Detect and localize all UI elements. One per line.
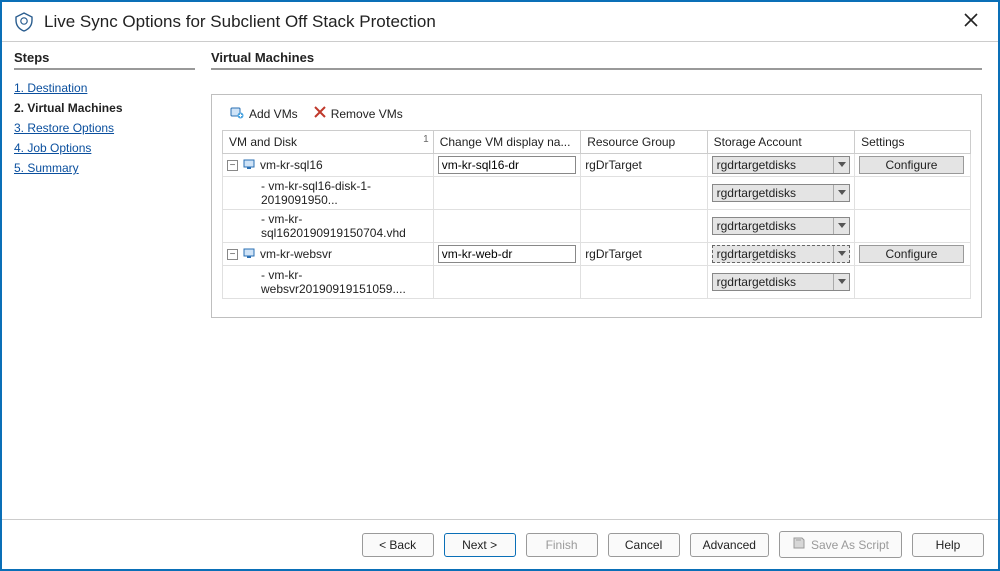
step-restore-options[interactable]: 3. Restore Options [14,118,195,138]
step-summary[interactable]: 5. Summary [14,158,195,178]
collapse-toggle[interactable]: − [227,160,238,171]
storage-account-dropdown[interactable]: rgdrtargetdisks [712,217,850,235]
remove-vms-button[interactable]: Remove VMs [314,105,403,122]
vm-panel: Add VMs Remove VMs VM [211,94,982,318]
save-script-icon [792,536,806,553]
panel-title: Virtual Machines [211,50,982,70]
col-settings[interactable]: Settings [855,131,971,154]
remove-vms-label: Remove VMs [331,107,403,121]
dialog-window: Live Sync Options for Subclient Off Stac… [0,0,1000,571]
vm-table: VM and Disk1 Change VM display na... Res… [222,130,971,299]
vm-icon [243,247,255,262]
chevron-down-icon [833,246,849,262]
save-as-script-button: Save As Script [779,531,902,558]
vm-name: vm-kr-sql16 [260,158,323,172]
main-panel: Virtual Machines Add VMs Remove VMs [207,42,998,519]
table-row: - vm-kr-sql16-disk-1-2019091950... rgdrt… [223,177,971,210]
storage-account-dropdown[interactable]: rgdrtargetdisks [712,156,850,174]
remove-vms-icon [314,106,326,121]
table-header-row: VM and Disk1 Change VM display na... Res… [223,131,971,154]
dialog-body: Steps 1. Destination 2. Virtual Machines… [2,42,998,519]
add-vms-button[interactable]: Add VMs [230,105,298,122]
col-change-display-name[interactable]: Change VM display na... [433,131,580,154]
app-icon [14,12,34,32]
table-row: - vm-kr-websvr20190919151059.... rgdrtar… [223,266,971,299]
disk-name: - vm-kr-websvr20190919151059.... [227,268,429,296]
display-name-input[interactable] [438,245,576,263]
steps-header: Steps [14,50,195,70]
finish-button: Finish [526,533,598,557]
table-row: − vm-kr-websvr rgDrTarget rgdrtargetdisk… [223,243,971,266]
storage-account-dropdown[interactable]: rgdrtargetdisks [712,245,850,263]
sort-indicator: 1 [423,134,429,145]
storage-account-dropdown[interactable]: rgdrtargetdisks [712,273,850,291]
storage-account-dropdown[interactable]: rgdrtargetdisks [712,184,850,202]
collapse-toggle[interactable]: − [227,249,238,260]
chevron-down-icon [833,218,849,234]
disk-name: - vm-kr-sql16-disk-1-2019091950... [227,179,429,207]
vm-name: vm-kr-websvr [260,247,332,261]
display-name-input[interactable] [438,156,576,174]
disk-name: - vm-kr-sql1620190919150704.vhd [227,212,429,240]
chevron-down-icon [833,157,849,173]
advanced-button[interactable]: Advanced [690,533,769,557]
titlebar: Live Sync Options for Subclient Off Stac… [2,2,998,42]
help-button[interactable]: Help [912,533,984,557]
step-virtual-machines[interactable]: 2. Virtual Machines [14,98,195,118]
col-storage-account[interactable]: Storage Account [707,131,854,154]
window-title: Live Sync Options for Subclient Off Stac… [44,12,956,32]
close-button[interactable] [956,7,986,36]
vm-toolbar: Add VMs Remove VMs [222,105,971,130]
chevron-down-icon [833,185,849,201]
table-row: − vm-kr-sql16 rgDrTarget rgdrtargetdisks [223,154,971,177]
step-job-options[interactable]: 4. Job Options [14,138,195,158]
resource-group-cell: rgDrTarget [581,243,707,266]
next-button[interactable]: Next > [444,533,516,557]
add-vms-icon [230,105,244,122]
step-destination[interactable]: 1. Destination [14,78,195,98]
col-resource-group[interactable]: Resource Group [581,131,707,154]
dialog-footer: < Back Next > Finish Cancel Advanced Sav… [2,519,998,569]
add-vms-label: Add VMs [249,107,298,121]
chevron-down-icon [833,274,849,290]
back-button[interactable]: < Back [362,533,434,557]
configure-button[interactable]: Configure [859,156,964,174]
col-vm-and-disk[interactable]: VM and Disk1 [223,131,434,154]
table-row: - vm-kr-sql1620190919150704.vhd rgdrtarg… [223,210,971,243]
configure-button[interactable]: Configure [859,245,964,263]
cancel-button[interactable]: Cancel [608,533,680,557]
steps-sidebar: Steps 1. Destination 2. Virtual Machines… [2,42,207,519]
vm-icon [243,158,255,173]
resource-group-cell: rgDrTarget [581,154,707,177]
